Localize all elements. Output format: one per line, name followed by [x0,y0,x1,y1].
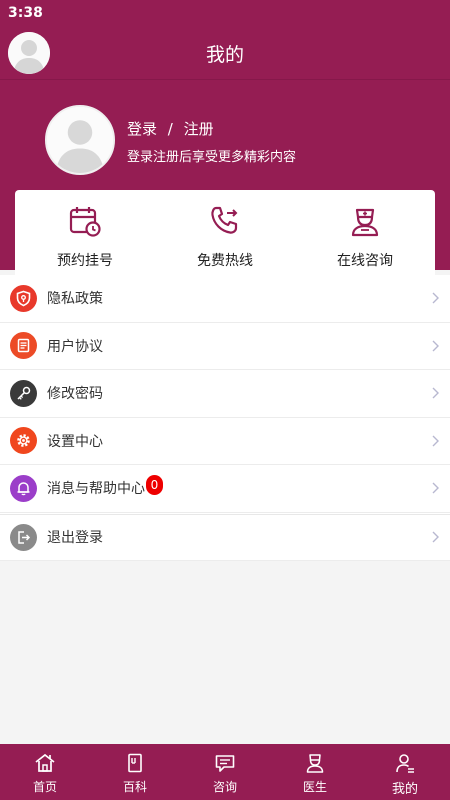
unread-count-badge: 0 [146,475,163,496]
tab-consult[interactable]: 咨询 [180,744,270,800]
status-bar: 3:38 [0,0,450,26]
key-icon [10,379,37,407]
menu-item-label: 用户协议 [47,338,103,355]
quick-action-consult[interactable]: 在线咨询 [295,190,435,275]
chevron-right-icon [432,435,439,447]
menu-item-privacy-policy[interactable]: 隐私政策 [0,275,450,323]
menu-item-label: 消息与帮助中心 [47,481,145,498]
document-icon [10,332,37,360]
menu-item-settings[interactable]: 设置中心 [0,418,450,465]
bell-icon [10,474,37,502]
gear-icon [10,427,37,455]
login-separator: / [167,120,173,138]
tab-label: 百科 [122,780,147,794]
logout-icon [10,523,37,551]
menu-item-label: 设置中心 [47,433,103,450]
menu-item-messages-help[interactable]: 消息与帮助中心 0 [0,465,450,513]
login-subtitle: 登录注册后享受更多精彩内容 [127,150,297,165]
chat-icon [215,755,235,772]
quick-action-appointment[interactable]: 预约挂号 [15,190,155,275]
login-link[interactable]: 登录 [127,120,157,138]
home-icon [35,753,55,772]
menu-item-label: 隐私政策 [47,291,103,308]
menu-item-label: 退出登录 [47,530,103,547]
phone-call-icon [211,206,238,234]
nav-bar: 我的 [0,26,450,80]
menu-item-change-password[interactable]: 修改密码 [0,370,450,418]
tab-mine[interactable]: 我的 [360,744,450,800]
book-icon [128,753,142,773]
tab-encyclopedia[interactable]: 百科 [90,744,180,800]
default-avatar-icon [47,107,113,173]
quick-actions-card: 预约挂号 免费热线 在线咨询 [15,190,435,275]
chevron-right-icon [432,387,439,399]
menu-item-logout[interactable]: 退出登录 [0,513,450,561]
shield-icon [10,284,37,312]
tab-doctor[interactable]: 医生 [270,744,360,800]
chevron-right-icon [432,531,439,543]
quick-action-hotline[interactable]: 免费热线 [155,190,295,275]
nurse-icon [351,208,379,237]
menu-item-user-agreement[interactable]: 用户协议 [0,323,450,370]
status-time: 3:38 [8,5,43,21]
chevron-right-icon [432,340,439,352]
page-title: 我的 [205,44,244,66]
menu-item-label: 修改密码 [47,386,103,403]
tab-label: 咨询 [212,780,237,794]
quick-action-label: 预约挂号 [57,253,113,269]
user-icon [396,754,414,773]
login-register-link[interactable]: 登录 / 注册 [127,118,220,139]
chevron-right-icon [432,292,439,304]
profile-avatar[interactable] [45,105,115,175]
calendar-clock-icon [69,207,101,237]
settings-menu: 隐私政策 用户协议 修改密码 设置中心 消息与帮助中心 0 退出登录 [0,275,450,561]
tab-label: 我的 [391,782,418,797]
quick-action-label: 免费热线 [197,253,253,269]
tab-label: 医生 [302,780,327,794]
bottom-tab-bar: 首页 百科 咨询 医生 我的 [0,744,450,800]
chevron-right-icon [432,482,439,494]
register-link[interactable]: 注册 [184,120,214,138]
tab-label: 首页 [32,780,57,794]
tab-home[interactable]: 首页 [0,744,90,800]
doctor-icon [306,754,324,773]
quick-action-label: 在线咨询 [337,253,393,269]
